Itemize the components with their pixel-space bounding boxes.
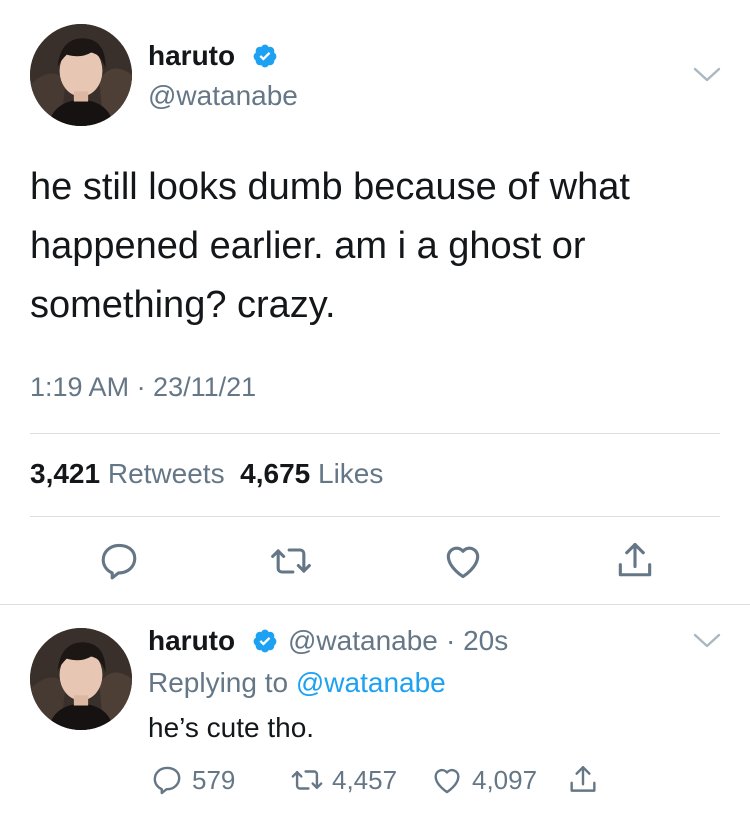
reply-tweet-text: he’s cute tho.	[148, 712, 315, 743]
like-count: 4,097	[472, 764, 538, 795]
divider	[30, 516, 720, 517]
retweet-action[interactable]: 4,457	[290, 762, 397, 798]
reply-icon[interactable]	[97, 539, 141, 583]
main-display-name[interactable]: haruto	[148, 40, 235, 72]
likes-count[interactable]: 4,675	[240, 458, 310, 489]
avatar-photo	[30, 24, 132, 126]
chevron-down-icon[interactable]	[693, 66, 721, 84]
reply-handle[interactable]: @watanabe	[288, 625, 438, 657]
likes-label[interactable]: Likes	[318, 458, 383, 489]
main-avatar[interactable]	[30, 24, 132, 126]
verified-badge-icon	[253, 44, 277, 68]
like-action[interactable]: 4,097	[430, 762, 537, 798]
replying-to-link[interactable]: @watanabe	[296, 667, 446, 698]
reply-avatar[interactable]	[30, 628, 132, 730]
chevron-down-icon[interactable]	[693, 632, 721, 650]
share-icon[interactable]	[566, 763, 600, 797]
replying-to-line: Replying to @watanabe	[148, 667, 446, 699]
verified-badge-icon	[253, 629, 277, 653]
heart-icon[interactable]	[430, 763, 464, 797]
retweet-count: 4,457	[332, 764, 398, 795]
reply-time[interactable]: · 20s	[446, 625, 508, 657]
replying-prefix: Replying to	[148, 667, 289, 698]
share-action[interactable]	[566, 762, 600, 798]
reply-display-name[interactable]: haruto	[148, 625, 235, 657]
main-handle[interactable]: @watanabe	[148, 80, 298, 112]
reply-icon[interactable]	[150, 763, 184, 797]
main-timestamp[interactable]: 1:19 AM · 23/11/21	[30, 372, 256, 403]
reply-count: 579	[192, 764, 236, 795]
retweets-count[interactable]: 3,421	[30, 458, 100, 489]
avatar-photo	[30, 628, 132, 730]
retweet-icon[interactable]	[290, 763, 324, 797]
engagement-stats: 3,421 Retweets 4,675 Likes	[30, 458, 383, 490]
retweets-label[interactable]: Retweets	[108, 458, 225, 489]
divider	[0, 604, 750, 605]
share-icon[interactable]	[613, 539, 657, 583]
divider	[30, 433, 720, 434]
reply-action[interactable]: 579	[150, 762, 235, 798]
retweet-icon[interactable]	[269, 539, 313, 583]
main-tweet-text: he still looks dumb because of what happ…	[30, 166, 630, 326]
heart-icon[interactable]	[441, 539, 485, 583]
